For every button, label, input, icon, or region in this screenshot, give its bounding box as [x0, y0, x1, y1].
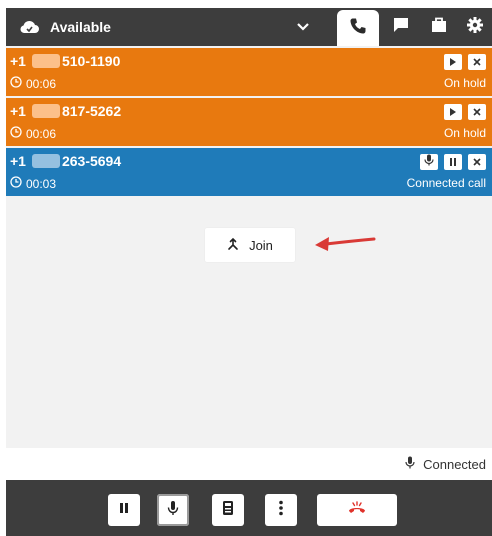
gear-icon	[466, 16, 484, 39]
number-suffix: 817-5262	[61, 103, 122, 119]
hold-all-button[interactable]	[108, 494, 140, 526]
close-icon	[473, 103, 481, 121]
more-icon	[279, 500, 283, 521]
mute-button[interactable]	[157, 494, 189, 526]
close-button[interactable]	[468, 54, 486, 70]
number-prefix: +1	[10, 103, 26, 119]
briefcase-icon	[430, 16, 448, 39]
call-timer: 00:06	[10, 76, 56, 91]
hold-button[interactable]	[444, 154, 462, 170]
contact-control-panel: Available +1 510-1190 00:06 On hold +1 8…	[6, 8, 492, 536]
call-state: On hold	[443, 126, 486, 140]
phone-icon	[349, 17, 367, 40]
call-actions	[420, 154, 486, 170]
join-icon	[227, 237, 239, 254]
keypad-icon	[222, 500, 234, 521]
call-row[interactable]: +1 510-1190 00:06 On hold	[6, 48, 492, 96]
tab-settings[interactable]	[458, 8, 492, 46]
resume-button[interactable]	[444, 104, 462, 120]
clock-icon	[10, 126, 22, 141]
number-suffix: 510-1190	[61, 53, 121, 69]
mic-icon	[405, 456, 415, 472]
clock-icon	[10, 76, 22, 91]
call-actions	[444, 54, 486, 70]
join-label: Join	[249, 237, 273, 253]
more-options-button[interactable]	[265, 494, 297, 526]
mic-icon	[424, 153, 434, 171]
close-icon	[473, 153, 481, 171]
close-icon	[473, 53, 481, 71]
call-timer: 00:06	[10, 126, 56, 141]
keypad-button[interactable]	[212, 494, 244, 526]
close-button[interactable]	[468, 154, 486, 170]
resume-icon	[449, 103, 457, 121]
tab-chat[interactable]	[384, 8, 418, 46]
caller-number: +1 510-1190	[10, 53, 120, 69]
connection-status-label: Connected	[423, 456, 486, 472]
tab-phone[interactable]	[337, 10, 379, 46]
end-call-button[interactable]	[317, 494, 397, 526]
tab-tasks[interactable]	[422, 8, 456, 46]
call-duration: 00:06	[26, 76, 57, 91]
agent-status-label: Available	[50, 19, 111, 35]
end-call-icon	[347, 500, 367, 520]
call-actions	[444, 104, 486, 120]
join-button[interactable]: Join	[205, 228, 295, 262]
mic-icon	[167, 500, 179, 521]
agent-status[interactable]: Available	[18, 8, 111, 46]
redacted-digits	[31, 54, 60, 68]
call-row[interactable]: +1 263-5694 00:03 Connected call	[6, 148, 492, 196]
call-state: Connected call	[406, 176, 486, 190]
call-row[interactable]: +1 817-5262 00:06 On hold	[6, 98, 492, 146]
call-duration: 00:06	[26, 126, 57, 141]
mute-button[interactable]	[420, 154, 438, 170]
pause-icon	[119, 501, 129, 519]
resume-icon	[449, 53, 457, 71]
cloud-icon	[18, 16, 40, 38]
call-controls-bar	[6, 480, 492, 536]
caller-number: +1 817-5262	[10, 103, 121, 119]
resume-button[interactable]	[444, 54, 462, 70]
number-prefix: +1	[10, 153, 26, 169]
redacted-digits	[31, 154, 60, 168]
annotation-arrow	[315, 237, 376, 251]
clock-icon	[10, 176, 22, 191]
chevron-down-icon[interactable]	[292, 16, 314, 38]
number-prefix: +1	[10, 53, 26, 69]
call-duration: 00:03	[26, 176, 57, 191]
top-bar: Available	[6, 8, 492, 46]
caller-number: +1 263-5694	[10, 153, 121, 169]
chat-icon	[392, 16, 410, 39]
redacted-digits	[31, 104, 60, 118]
call-timer: 00:03	[10, 176, 56, 191]
pause-icon	[449, 153, 457, 171]
close-button[interactable]	[468, 104, 486, 120]
call-state: On hold	[443, 76, 486, 90]
connection-status-bar: Connected	[6, 448, 492, 480]
number-suffix: 263-5694	[61, 153, 122, 169]
